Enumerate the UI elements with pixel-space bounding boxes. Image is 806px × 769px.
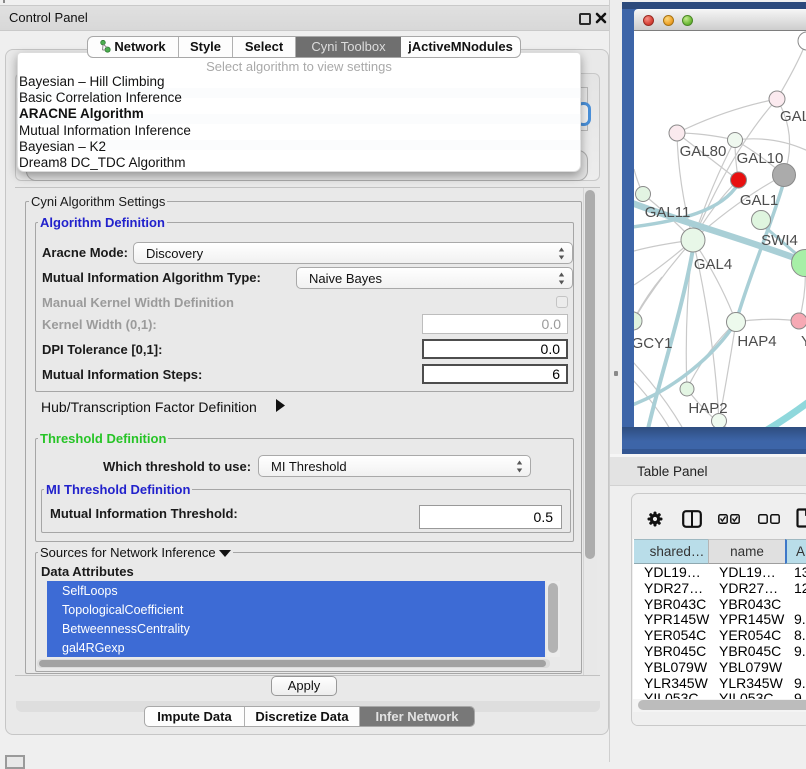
svg-text:SWI4: SWI4 xyxy=(761,232,798,249)
svg-text:GAL80: GAL80 xyxy=(680,143,727,160)
svg-text:HAP2: HAP2 xyxy=(688,400,727,417)
svg-text:HAP4: HAP4 xyxy=(737,333,776,350)
svg-text:GAL4: GAL4 xyxy=(694,256,732,273)
svg-text:GAL1: GAL1 xyxy=(740,192,778,209)
svg-text:GAL11: GAL11 xyxy=(645,204,691,221)
svg-text:GAL10: GAL10 xyxy=(737,150,784,167)
svg-text:GCY1: GCY1 xyxy=(634,335,672,352)
svg-text:GAL7: GAL7 xyxy=(780,108,806,125)
svg-text:YM: YM xyxy=(801,333,806,350)
